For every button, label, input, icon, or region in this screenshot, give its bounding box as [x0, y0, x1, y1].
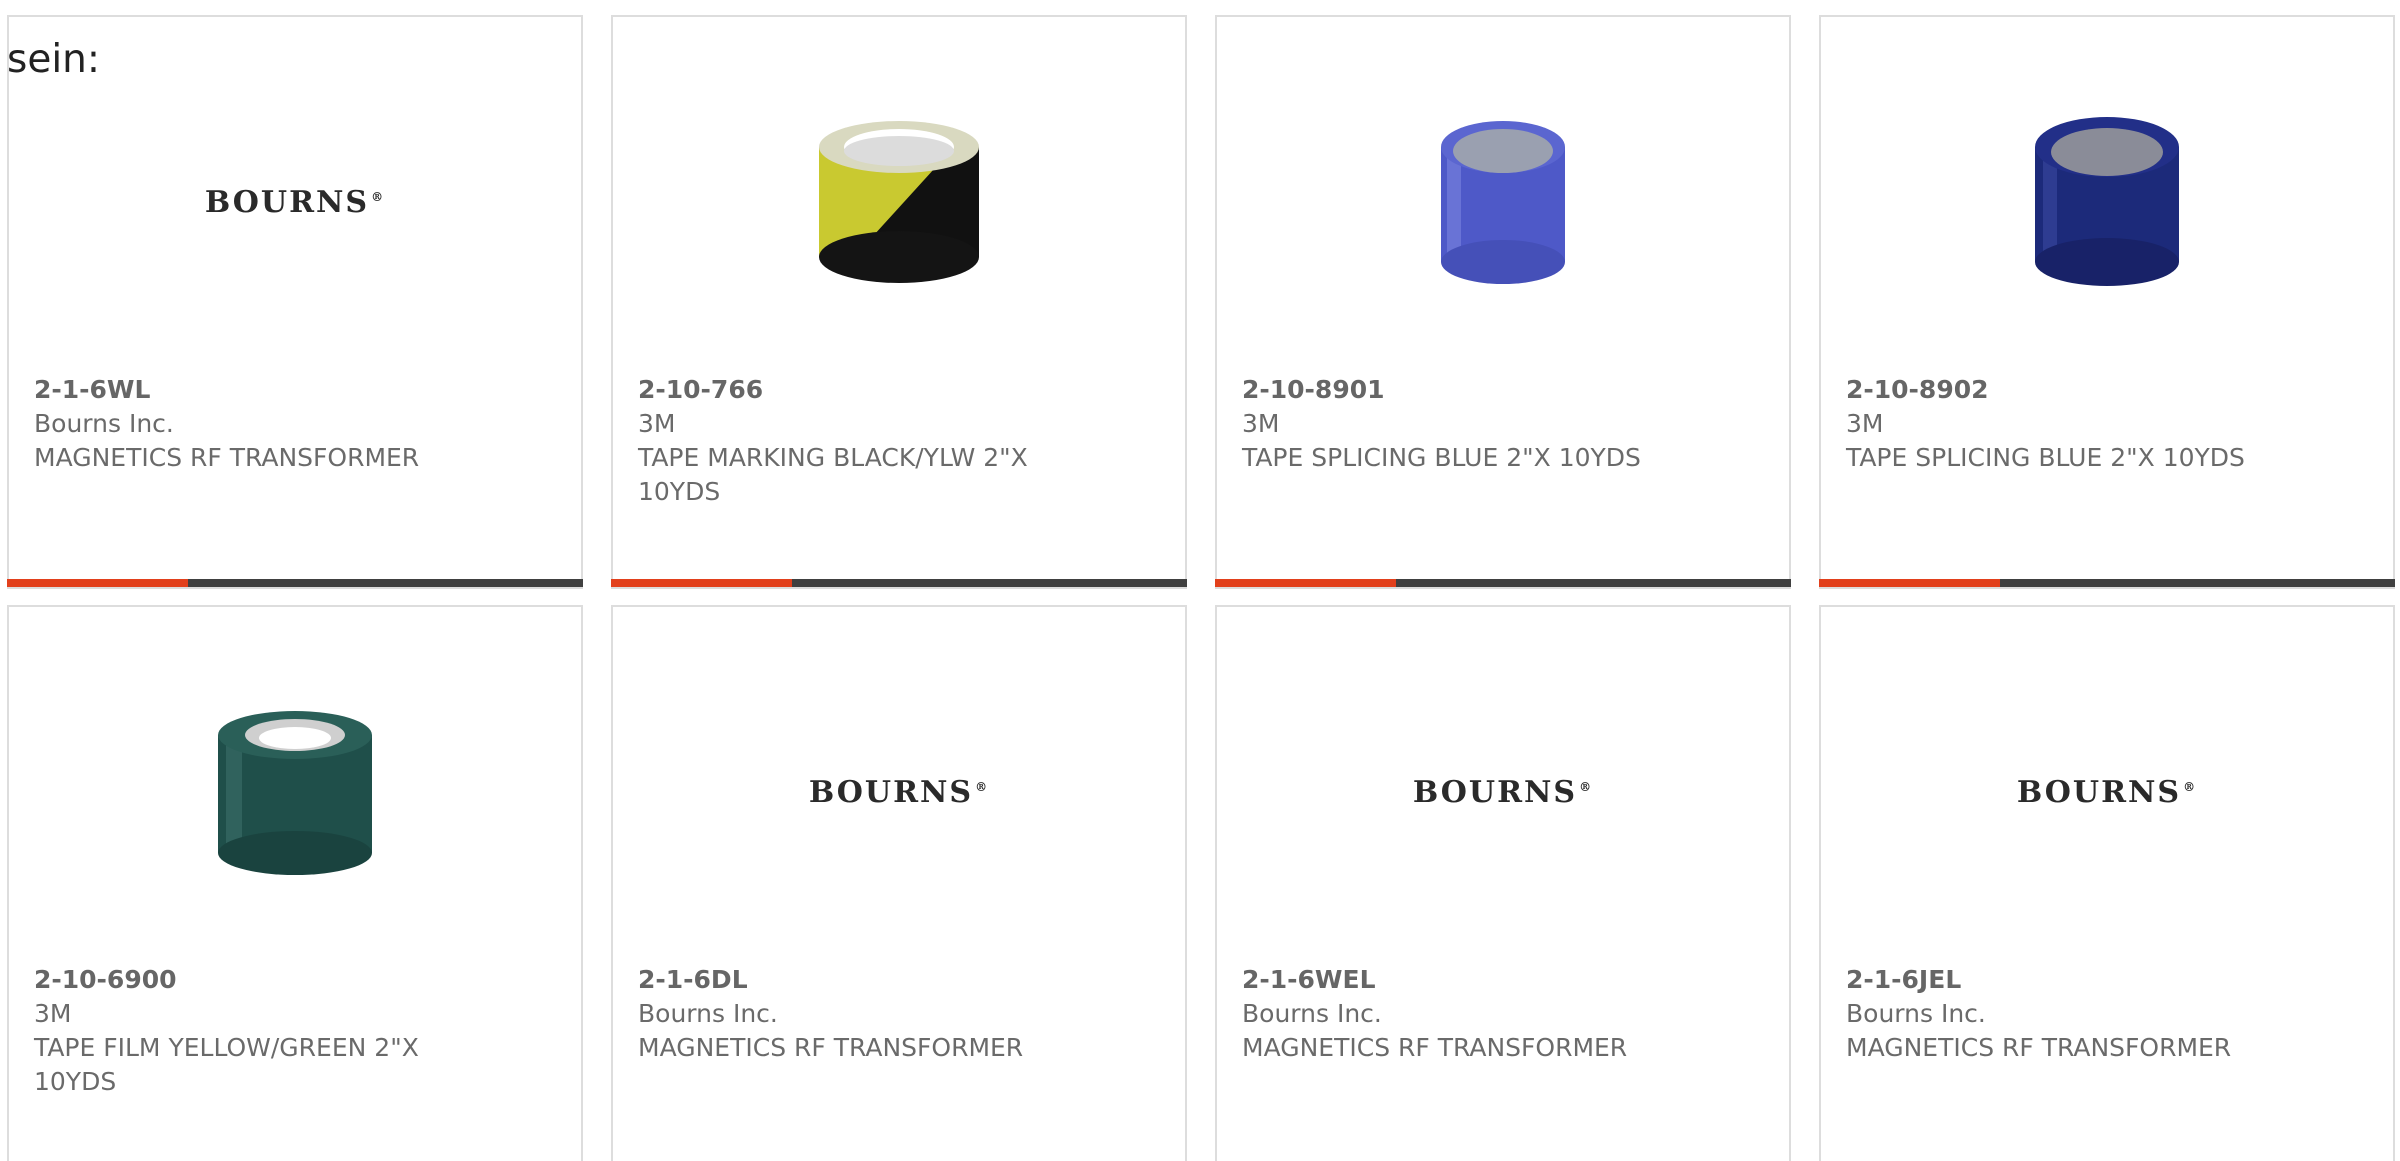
bourns-logo: BOURNS ®: [1412, 774, 1594, 810]
card-progress-bar: [611, 579, 1187, 587]
card-progress-fill: [611, 579, 793, 587]
product-card[interactable]: 2-10-6900 3M TAPE FILM YELLOW/GREEN 2"X …: [7, 605, 583, 1161]
description: TAPE MARKING BLACK/YLW 2"X 10YDS: [638, 443, 1028, 506]
product-card[interactable]: BOURNS ® 2-1-6DL Bourns Inc. MAGNETICS RF…: [611, 605, 1187, 1161]
product-card[interactable]: 2-10-8901 3M TAPE SPLICING BLUE 2"X 10YD…: [1215, 15, 1791, 589]
manufacturer: Bourns Inc.: [34, 409, 174, 438]
manufacturer: 3M: [638, 409, 676, 438]
product-image[interactable]: [1821, 87, 2393, 317]
product-image[interactable]: BOURNS ®: [613, 677, 1185, 907]
manufacturer: 3M: [1846, 409, 1884, 438]
manufacturer: 3M: [34, 999, 72, 1028]
bourns-logo: BOURNS ®: [808, 774, 990, 810]
description: TAPE SPLICING BLUE 2"X 10YDS: [1242, 443, 1641, 472]
part-number[interactable]: 2-1-6DL: [638, 963, 1068, 997]
description: MAGNETICS RF TRANSFORMER: [34, 443, 420, 472]
part-number[interactable]: 2-1-6WEL: [1242, 963, 1672, 997]
tape-roll-blue-icon: [1441, 121, 1565, 284]
product-image[interactable]: [9, 677, 581, 907]
manufacturer: Bourns Inc.: [1846, 999, 1986, 1028]
card-progress-fill: [7, 579, 189, 587]
part-number[interactable]: 2-1-6WL: [34, 373, 464, 407]
description: TAPE SPLICING BLUE 2"X 10YDS: [1846, 443, 2245, 472]
intro-text: sein:: [7, 37, 101, 82]
manufacturer: Bourns Inc.: [638, 999, 778, 1028]
manufacturer: Bourns Inc.: [1242, 999, 1382, 1028]
card-progress-bar: [7, 579, 583, 587]
tape-roll-dark-blue-icon: [2035, 117, 2179, 286]
part-number[interactable]: 2-1-6JEL: [1846, 963, 2276, 997]
description: MAGNETICS RF TRANSFORMER: [1846, 1033, 2232, 1062]
card-progress-fill: [1819, 579, 2001, 587]
part-number[interactable]: 2-10-8901: [1242, 373, 1672, 407]
tape-roll-black-yellow-icon: [819, 121, 979, 283]
product-card[interactable]: BOURNS ® 2-1-6WL Bourns Inc. MAGNETICS RF…: [7, 15, 583, 589]
product-card[interactable]: 2-10-8902 3M TAPE SPLICING BLUE 2"X 10YD…: [1819, 15, 2395, 589]
product-grid-page: sein: BOURNS ® 2-1-6WL Bourns Inc. MAGNET…: [0, 0, 2400, 1161]
description: MAGNETICS RF TRANSFORMER: [1242, 1033, 1628, 1062]
card-progress-bar: [1819, 579, 2395, 587]
product-card[interactable]: BOURNS ® 2-1-6JEL Bourns Inc. MAGNETICS R…: [1819, 605, 2395, 1161]
product-image[interactable]: BOURNS ®: [9, 87, 581, 317]
part-number[interactable]: 2-10-766: [638, 373, 1068, 407]
product-card[interactable]: 2-10-766 3M TAPE MARKING BLACK/YLW 2"X 1…: [611, 15, 1187, 589]
product-image[interactable]: [1217, 87, 1789, 317]
product-image[interactable]: BOURNS ®: [1821, 677, 2393, 907]
description: MAGNETICS RF TRANSFORMER: [638, 1033, 1024, 1062]
manufacturer: 3M: [1242, 409, 1280, 438]
part-number[interactable]: 2-10-8902: [1846, 373, 2276, 407]
bourns-logo: BOURNS ®: [204, 184, 386, 220]
card-progress-fill: [1215, 579, 1397, 587]
part-number[interactable]: 2-10-6900: [34, 963, 464, 997]
tape-roll-green-icon: [218, 711, 372, 875]
product-image[interactable]: [613, 87, 1185, 317]
bourns-logo: BOURNS ®: [2016, 774, 2198, 810]
description: TAPE FILM YELLOW/GREEN 2"X 10YDS: [34, 1033, 419, 1096]
product-card[interactable]: BOURNS ® 2-1-6WEL Bourns Inc. MAGNETICS R…: [1215, 605, 1791, 1161]
card-progress-bar: [1215, 579, 1791, 587]
product-image[interactable]: BOURNS ®: [1217, 677, 1789, 907]
